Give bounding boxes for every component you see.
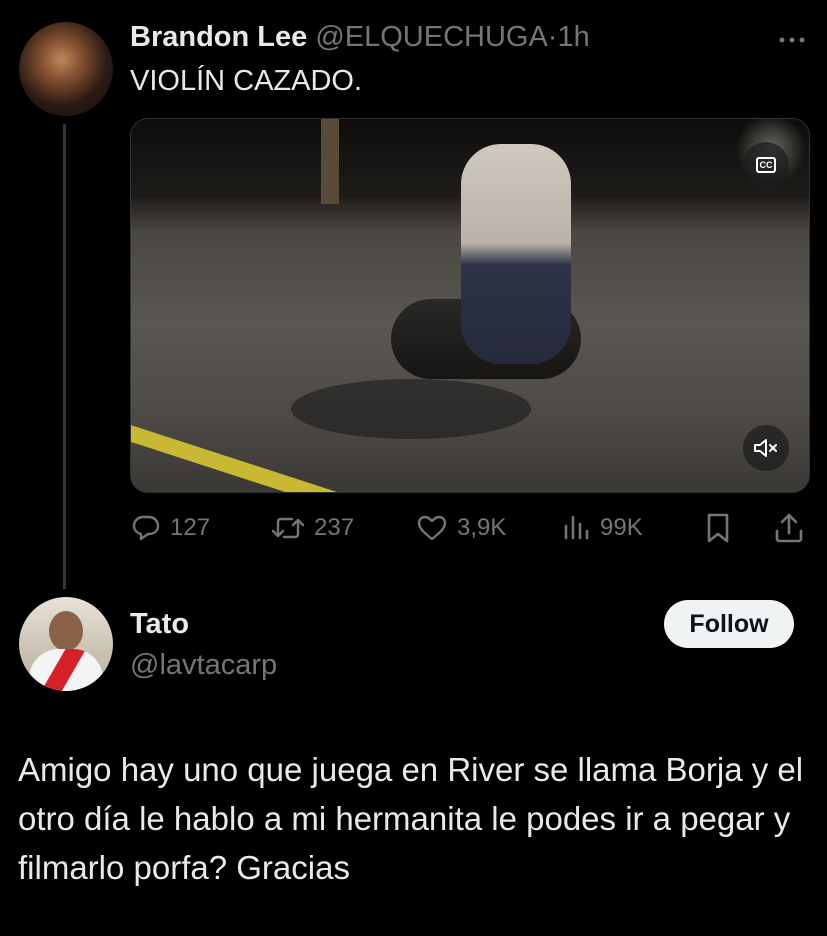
views-count: 99K bbox=[600, 514, 643, 541]
reply-button[interactable]: 127 bbox=[130, 508, 210, 548]
tweet-text: VIOLÍN CAZADO. bbox=[130, 65, 363, 97]
tweet-time[interactable]: 1h bbox=[557, 21, 589, 53]
like-count: 3,9K bbox=[457, 514, 507, 541]
mute-button[interactable] bbox=[743, 425, 789, 471]
bookmark-icon bbox=[707, 513, 729, 543]
retweet-count: 237 bbox=[314, 514, 355, 541]
share-icon bbox=[775, 513, 803, 543]
reply-author-name[interactable]: Tato bbox=[130, 607, 189, 641]
bookmark-button[interactable] bbox=[704, 508, 732, 548]
avatar-head bbox=[49, 611, 83, 651]
reply-icon bbox=[132, 515, 160, 541]
retweet-icon bbox=[271, 517, 305, 539]
video-person-standing bbox=[461, 144, 571, 364]
reply-author-avatar[interactable] bbox=[19, 597, 113, 691]
tweet-header: Brandon Lee @ELQUECHUGA·1h bbox=[130, 20, 590, 54]
more-options-icon[interactable] bbox=[778, 22, 806, 48]
closed-captions-icon: CC bbox=[756, 157, 776, 173]
video-pole bbox=[321, 119, 339, 204]
reply-text: Amigo hay uno que juega en River se llam… bbox=[18, 751, 804, 886]
author-avatar[interactable] bbox=[19, 22, 113, 116]
thread-connector-line bbox=[63, 124, 66, 589]
like-button[interactable]: 3,9K bbox=[415, 508, 506, 548]
views-button[interactable]: 99K bbox=[562, 508, 643, 548]
follow-button[interactable]: Follow bbox=[664, 600, 794, 648]
avatar-shirt bbox=[29, 649, 103, 691]
heart-icon bbox=[417, 515, 447, 541]
tweet-actions-bar: 127 237 3,9K 99K bbox=[130, 508, 810, 552]
reply-count: 127 bbox=[170, 514, 211, 541]
reply-author-handle[interactable]: @lavtacarp bbox=[130, 648, 277, 682]
analytics-icon bbox=[564, 515, 589, 540]
tweet-video[interactable]: CC bbox=[130, 118, 810, 493]
author-name[interactable]: Brandon Lee bbox=[130, 21, 307, 53]
author-handle[interactable]: @ELQUECHUGA bbox=[315, 21, 547, 53]
retweet-button[interactable]: 237 bbox=[270, 508, 354, 548]
video-shadow bbox=[291, 379, 531, 439]
share-button[interactable] bbox=[773, 508, 805, 548]
captions-button[interactable]: CC bbox=[743, 142, 789, 188]
volume-muted-icon bbox=[754, 439, 777, 457]
